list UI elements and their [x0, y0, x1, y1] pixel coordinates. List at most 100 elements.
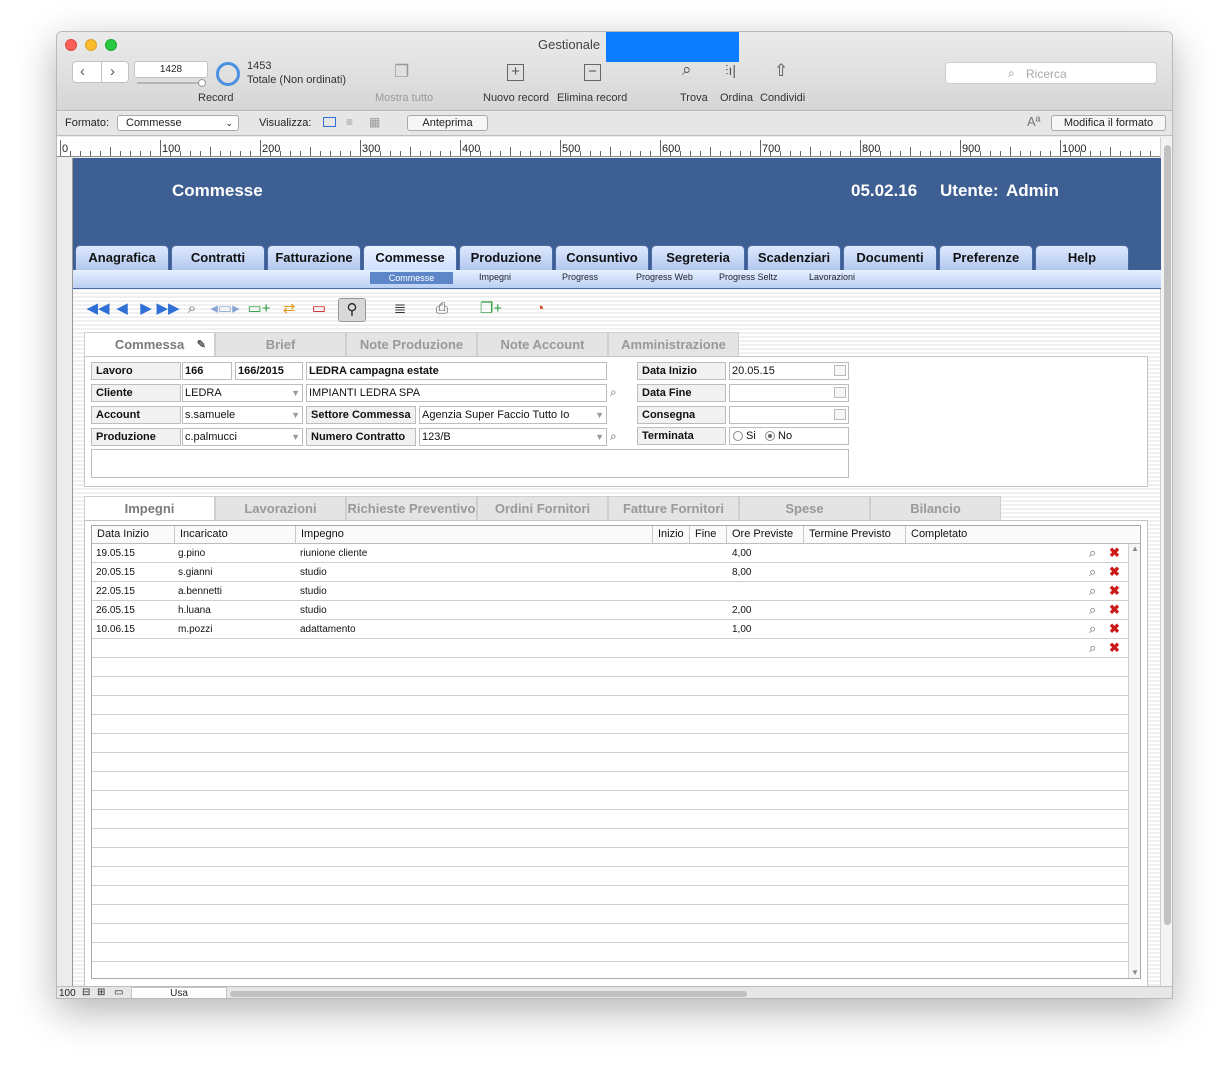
row-search-icon[interactable]: ⌕ — [1089, 621, 1096, 637]
sort-button[interactable]: Ordina — [720, 92, 753, 104]
table-row[interactable]: 26.05.15 h.luana studio 2,00 ⌕ ✖ — [92, 601, 1128, 620]
lavoro-code-field[interactable]: 166/2015 — [235, 362, 303, 380]
table-row[interactable] — [92, 772, 1128, 791]
scroll-up-icon[interactable]: ▲ — [1131, 544, 1139, 553]
row-delete-icon[interactable]: ✖ — [1109, 602, 1120, 618]
tab-commesse[interactable]: Commesse — [363, 245, 457, 270]
lower-tab-richieste-preventivo[interactable]: Richieste Preventivo — [346, 496, 477, 520]
print-icon[interactable]: ⎙ — [430, 298, 454, 320]
produzione-select[interactable]: c.palmucci ▼ — [182, 428, 303, 446]
minimize-window-button[interactable] — [85, 39, 97, 51]
cell-incaricato[interactable]: m.pozzi — [178, 624, 212, 635]
scroll-down-icon[interactable]: ▼ — [1131, 968, 1139, 977]
table-scrollbar[interactable]: ▲ ▼ — [1128, 544, 1140, 978]
row-delete-icon[interactable]: ✖ — [1109, 640, 1120, 656]
lower-tab-ordini-fornitori[interactable]: Ordini Fornitori — [477, 496, 608, 520]
record-number-field[interactable]: 1428 — [134, 61, 208, 78]
cliente-code-select[interactable]: LEDRA ▼ — [182, 384, 303, 402]
col-data-inizio[interactable]: Data Inizio — [92, 526, 175, 544]
next-record-icon[interactable]: › — [110, 63, 115, 80]
radio-si[interactable] — [733, 431, 743, 441]
cell-data[interactable]: 10.06.15 — [96, 624, 135, 635]
table-row[interactable] — [92, 867, 1128, 886]
cell-ore[interactable]: 8,00 — [732, 567, 751, 578]
calendar-icon[interactable] — [834, 387, 846, 398]
pencil-icon[interactable]: ✎ — [197, 333, 206, 357]
table-row[interactable] — [92, 962, 1128, 978]
list-view-icon[interactable]: ≡ — [346, 115, 353, 129]
delete-record-button[interactable]: Elimina record — [557, 92, 627, 104]
lower-tab-spese[interactable]: Spese — [739, 496, 870, 520]
col-incaricato[interactable]: Incaricato — [175, 526, 296, 544]
table-view-icon[interactable]: ▦ — [369, 115, 380, 129]
tab-contratti[interactable]: Contratti — [171, 245, 265, 270]
cell-impegno[interactable]: studio — [300, 586, 327, 597]
share-button[interactable]: Condividi — [760, 92, 805, 104]
cell-impegno[interactable]: adattamento — [300, 624, 356, 635]
magnifier-icon[interactable]: ⌕ — [180, 298, 204, 320]
contratto-select[interactable]: 123/B ▼ — [419, 428, 607, 446]
row-search-icon[interactable]: ⌕ — [1089, 545, 1096, 561]
zoom-level[interactable]: 100 — [59, 988, 76, 998]
align-text-icon[interactable]: ≣ — [388, 298, 412, 320]
search-input[interactable]: Ricerca — [1026, 67, 1067, 81]
previous-record-icon[interactable]: ◀ — [110, 298, 134, 320]
tab-fatturazione[interactable]: Fatturazione — [267, 245, 361, 270]
edit-format-button[interactable]: Modifica il formato — [1051, 115, 1166, 131]
consegna-field[interactable] — [729, 406, 849, 424]
cell-impegno[interactable]: studio — [300, 605, 327, 616]
table-row[interactable] — [92, 658, 1128, 677]
table-row[interactable] — [92, 734, 1128, 753]
table-row[interactable]: 10.06.15 m.pozzi adattamento 1,00 ⌕ ✖ — [92, 620, 1128, 639]
delete-record-icon[interactable]: − — [584, 64, 601, 81]
lavoro-number-field[interactable]: 166 — [182, 362, 232, 380]
col-impegno[interactable]: Impegno — [296, 526, 653, 544]
horizontal-scroll-thumb[interactable] — [230, 991, 747, 997]
zoom-out-icon[interactable]: ⊟ — [82, 987, 90, 998]
find-icon[interactable]: ⌕ — [682, 60, 692, 80]
subtab-progress-web[interactable]: Progress Web — [636, 272, 693, 282]
row-delete-icon[interactable]: ✖ — [1109, 583, 1120, 599]
table-row[interactable] — [92, 829, 1128, 848]
table-row[interactable] — [92, 848, 1128, 867]
zoom-in-icon[interactable]: ⊞ — [97, 987, 105, 998]
col-completato[interactable]: Completato — [906, 526, 1140, 544]
col-fine[interactable]: Fine — [690, 526, 727, 544]
cell-incaricato[interactable]: a.bennetti — [178, 586, 222, 597]
new-record-button[interactable]: Nuovo record — [483, 92, 549, 104]
row-search-icon[interactable]: ⌕ — [1089, 564, 1096, 580]
table-row[interactable] — [92, 905, 1128, 924]
new-window-icon[interactable]: ❐+ — [479, 298, 503, 320]
record-slider-thumb[interactable] — [198, 79, 206, 87]
row-delete-icon[interactable]: ✖ — [1109, 621, 1120, 637]
subtab-progress-seltz[interactable]: Progress Seltz — [719, 272, 778, 282]
lower-tab-lavorazioni[interactable]: Lavorazioni — [215, 496, 346, 520]
last-record-icon[interactable]: ▶▶ — [156, 298, 180, 320]
lavoro-name-field[interactable]: LEDRA campagna estate — [306, 362, 607, 380]
next-record-icon[interactable]: ▶ — [134, 298, 158, 320]
tab-help[interactable]: Help — [1035, 245, 1129, 270]
row-search-icon[interactable]: ⌕ — [1089, 583, 1096, 599]
cliente-search-icon[interactable]: ⌕ — [610, 385, 617, 400]
table-row[interactable] — [92, 810, 1128, 829]
calendar-icon[interactable] — [834, 409, 846, 420]
cell-ore[interactable]: 1,00 — [732, 624, 751, 635]
sort-icon[interactable]: ⫶ı| — [725, 62, 736, 79]
lower-tab-fatture-fornitori[interactable]: Fatture Fornitori — [608, 496, 739, 520]
table-row[interactable]: ⌕ ✖ — [92, 639, 1128, 658]
refresh-icon[interactable]: ⇄ — [277, 298, 301, 320]
tab-scadenziari[interactable]: Scadenziari — [747, 245, 841, 270]
cell-incaricato[interactable]: g.pino — [178, 548, 205, 559]
calendar-icon[interactable] — [834, 365, 846, 376]
table-row[interactable]: 20.05.15 s.gianni studio 8,00 ⌕ ✖ — [92, 563, 1128, 582]
lower-tab-impegni[interactable]: Impegni — [84, 496, 215, 522]
table-row[interactable] — [92, 886, 1128, 905]
col-inizio[interactable]: Inizio — [653, 526, 690, 544]
cell-incaricato[interactable]: s.gianni — [178, 567, 212, 578]
share-icon[interactable]: ⇧ — [774, 61, 788, 81]
duplicate-record-icon[interactable]: ◂▭▸ — [205, 298, 245, 320]
table-row[interactable] — [92, 677, 1128, 696]
table-row[interactable] — [92, 943, 1128, 962]
data-inizio-field[interactable]: 20.05.15 — [729, 362, 849, 380]
tab-produzione[interactable]: Produzione — [459, 245, 553, 270]
